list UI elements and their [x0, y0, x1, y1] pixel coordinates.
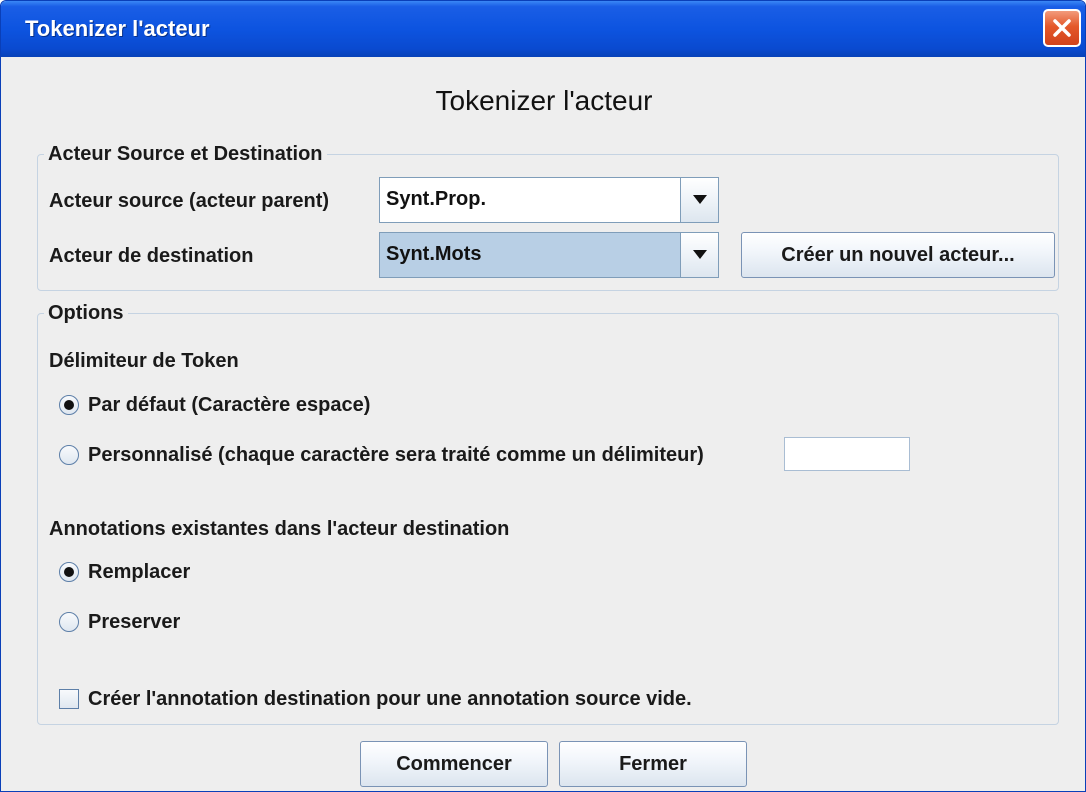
create-empty-annotation-checkbox[interactable] — [59, 689, 79, 709]
destination-actor-select[interactable]: Synt.Mots — [379, 232, 719, 278]
create-actor-button[interactable]: Créer un nouvel acteur... — [741, 232, 1055, 278]
annotations-heading: Annotations existantes dans l'acteur des… — [49, 518, 510, 540]
radio-selected-dot — [64, 400, 74, 410]
dialog-window: Tokenizer l'acteur Tokenizer l'acteur Ac… — [0, 0, 1086, 792]
actors-group-legend: Acteur Source et Destination — [44, 143, 327, 166]
close-icon — [1053, 19, 1071, 37]
start-button[interactable]: Commencer — [360, 741, 548, 787]
title-bar[interactable]: Tokenizer l'acteur — [1, 1, 1085, 57]
delimiter-default-label[interactable]: Par défaut (Caractère espace) — [88, 394, 370, 417]
dialog-content: Tokenizer l'acteur Acteur Source et Dest… — [1, 57, 1085, 791]
options-group-legend: Options — [44, 302, 128, 325]
close-button[interactable]: Fermer — [559, 741, 747, 787]
destination-actor-dropdown-button[interactable] — [680, 233, 718, 277]
destination-actor-label: Acteur de destination — [49, 245, 254, 267]
delimiter-default-radio[interactable] — [59, 395, 79, 415]
replace-radio[interactable] — [59, 562, 79, 582]
destination-actor-value: Synt.Mots — [386, 243, 482, 265]
chevron-down-icon — [693, 195, 707, 204]
replace-label[interactable]: Remplacer — [88, 561, 190, 584]
preserve-label[interactable]: Preserver — [88, 611, 180, 634]
delimiter-heading: Délimiteur de Token — [49, 350, 239, 372]
source-actor-label: Acteur source (acteur parent) — [49, 190, 330, 212]
preserve-radio[interactable] — [59, 612, 79, 632]
custom-delimiter-input[interactable] — [784, 437, 910, 471]
delimiter-custom-label[interactable]: Personnalisé (chaque caractère sera trai… — [88, 444, 704, 467]
source-actor-value: Synt.Prop. — [386, 188, 487, 210]
window-title: Tokenizer l'acteur — [25, 16, 210, 41]
create-empty-annotation-label[interactable]: Créer l'annotation destination pour une … — [88, 688, 692, 711]
chevron-down-icon — [693, 250, 707, 259]
delimiter-custom-radio[interactable] — [59, 445, 79, 465]
source-actor-select[interactable]: Synt.Prop. — [379, 177, 719, 223]
close-window-button[interactable] — [1043, 9, 1081, 47]
source-actor-dropdown-button[interactable] — [680, 178, 718, 222]
radio-selected-dot — [64, 567, 74, 577]
dialog-heading: Tokenizer l'acteur — [435, 85, 653, 116]
